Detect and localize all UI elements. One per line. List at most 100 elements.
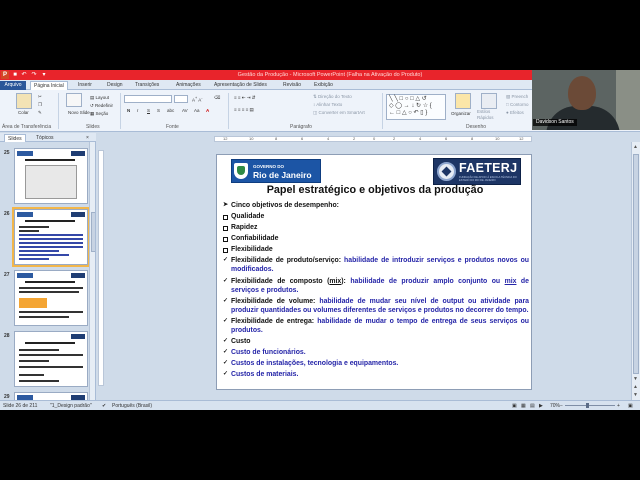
scroll-up-icon[interactable]: ▲ [633, 144, 638, 150]
letterbox-bottom [0, 410, 640, 480]
reset-button[interactable]: ↺ Redefinir [90, 103, 113, 109]
arrange-icon[interactable] [455, 93, 471, 109]
align-text-button[interactable]: ↕ Alinhar Texto [313, 102, 342, 108]
tab-animations[interactable]: Animações [176, 81, 201, 90]
check-bullet-icon: ✓ [223, 360, 229, 367]
paste-icon[interactable] [16, 93, 32, 109]
square-bullet-icon [223, 214, 228, 220]
font-name-field[interactable] [124, 95, 172, 103]
scroll-thumb[interactable] [633, 154, 639, 374]
theme-name: "1_Design padrão" [50, 403, 92, 409]
coat-of-arms-icon [234, 163, 248, 179]
redo-icon[interactable]: ↷ [30, 71, 38, 79]
undo-icon[interactable]: ↶ [20, 71, 28, 79]
layout-button[interactable]: ▤ Layout [90, 95, 109, 101]
tab-file[interactable]: Arquivo [0, 81, 26, 90]
customize-icon[interactable]: ▾ [40, 71, 48, 79]
slide-thumbnail[interactable] [14, 392, 88, 400]
tab-view[interactable]: Exibição [314, 81, 333, 90]
powerpoint-icon[interactable]: P [1, 71, 9, 79]
tab-design[interactable]: Design [107, 81, 123, 90]
close-icon[interactable]: × [86, 134, 89, 142]
tab-home[interactable]: Página Inicial [30, 81, 68, 90]
quick-styles-icon[interactable] [481, 93, 497, 109]
tab-slide-show[interactable]: Apresentação de Slides [214, 81, 267, 90]
check-bullet-icon: ✓ [223, 337, 229, 344]
slide-thumbnail[interactable] [14, 270, 88, 326]
clear-format-icon[interactable]: ⌫ [214, 95, 220, 101]
zoom-in-icon[interactable]: + [617, 402, 620, 410]
tab-review[interactable]: Revisão [283, 81, 301, 90]
font-group-label: Fonte [166, 124, 179, 130]
next-slide-icon[interactable]: ▼ [633, 392, 638, 398]
normal-view-icon[interactable]: ▣ [512, 402, 517, 410]
slide-sorter-icon[interactable]: ▦ [521, 402, 526, 410]
slideshow-icon[interactable]: ▶ [539, 402, 543, 410]
smartart-button[interactable]: ◫ Converter em SmartArt [313, 110, 365, 116]
presenter-avatar [568, 76, 596, 110]
char-spacing-icon[interactable]: AV [182, 108, 188, 114]
bullets-icon[interactable]: ≡ ≡ ⇤ ⇥ ⇵ [234, 95, 256, 101]
strikethrough-icon[interactable]: abc [167, 108, 174, 114]
bold-icon[interactable]: N [127, 108, 130, 114]
paste-button[interactable]: Colar [18, 110, 29, 116]
shape-fill-button[interactable]: ▧ Preench [506, 94, 528, 100]
check-bullet-icon: ✓ [223, 257, 229, 264]
cut-icon[interactable]: ✂ [38, 94, 42, 100]
italic-icon[interactable]: I [137, 108, 138, 114]
webcam-overlay: Davidson Santos [532, 70, 640, 130]
slide-body[interactable]: ➤ Cinco objetivos de desempenho: Qualida… [223, 201, 529, 381]
zoom-out-icon[interactable]: − [560, 402, 563, 410]
font-size-field[interactable] [174, 95, 188, 103]
language[interactable]: Português (Brasil) [112, 402, 152, 410]
grow-font-icon[interactable]: A+ A- [192, 95, 202, 104]
list-item: Qualidade [223, 212, 529, 221]
check-bullet-icon: ✓ [223, 317, 229, 324]
slide-thumbnail[interactable] [14, 148, 88, 204]
shape-outline-button[interactable]: □ Contorno [506, 102, 528, 108]
slide-thumbnail[interactable] [14, 331, 88, 387]
new-slide-button[interactable]: Novo Slide [68, 110, 90, 116]
copy-icon[interactable]: ❐ [38, 102, 42, 108]
thumbnail-number: 27 [4, 272, 10, 278]
vertical-scrollbar[interactable]: ▲ ▼ ▲ ▼ [631, 142, 640, 400]
list-item: ✓ Custo de funcionários. [223, 348, 306, 356]
tab-insert[interactable]: Inserir [78, 81, 92, 90]
check-bullet-icon: ✓ [223, 297, 229, 304]
slide[interactable]: GOVERNO DO Rio de Janeiro FAETERJ FUNDAÇ… [216, 154, 532, 390]
quick-styles-button[interactable]: Estilos Rápidos [477, 109, 503, 121]
list-item: ✓ Custos de instalações, tecnologia e eq… [223, 360, 399, 368]
text-direction-button[interactable]: ⇅ Direção do Texto [313, 94, 352, 100]
format-painter-icon[interactable]: ✎ [38, 110, 42, 116]
shapes-gallery[interactable]: ╲ ╲ □ ○ □ △ ↺ ◇ ◯ → ↓ ↻ ☆ { ← □ △ ○ ↶ ▯ … [386, 94, 446, 120]
zoom-level[interactable]: 70% [550, 402, 560, 410]
tab-transitions[interactable]: Transições [135, 81, 159, 90]
case-icon[interactable]: Aa [194, 108, 200, 114]
section-button[interactable]: ▦ Seção [90, 111, 108, 117]
check-bullet-icon: ✓ [223, 348, 229, 355]
slide-thumbnail-selected[interactable] [12, 207, 90, 267]
shadow-icon[interactable]: S [157, 108, 160, 114]
tab-outline[interactable]: Tópicos [36, 134, 54, 142]
save-icon[interactable]: ■ [11, 71, 19, 79]
window-title: Gestão da Produção - Microsoft PowerPoin… [237, 72, 423, 78]
clipboard-group-label: Área de Transferência [2, 124, 52, 130]
zoom-slider-thumb[interactable] [586, 403, 589, 408]
new-slide-icon[interactable] [66, 93, 82, 107]
list-item: ✓ Flexibilidade de volume: habilidade de… [223, 297, 529, 314]
faeterj-logo: FAETERJ FUNDAÇÃO DE APOIO À ESCOLA TÉCNI… [433, 158, 521, 185]
check-bullet-icon: ✓ [223, 277, 229, 284]
zoom-slider[interactable] [565, 405, 615, 406]
thumbnail-scrollbar[interactable] [89, 142, 95, 400]
thumbnail-number: 28 [4, 333, 10, 339]
underline-icon[interactable]: S [147, 108, 150, 114]
arrange-button[interactable]: Organizar [451, 111, 471, 117]
align-icons[interactable]: ≡ ≡ ≡ ≡ ▤ [234, 107, 254, 113]
font-color-icon[interactable]: A [206, 108, 209, 114]
previous-slide-icon[interactable]: ▲ [633, 384, 638, 390]
spellcheck-icon[interactable]: ✔ [102, 402, 106, 410]
scroll-down-icon[interactable]: ▼ [633, 376, 638, 382]
reading-view-icon[interactable]: ▤ [530, 402, 535, 410]
fit-to-window-icon[interactable]: ▣ [628, 402, 633, 410]
shape-effects-button[interactable]: ● Efeitos [506, 110, 524, 116]
